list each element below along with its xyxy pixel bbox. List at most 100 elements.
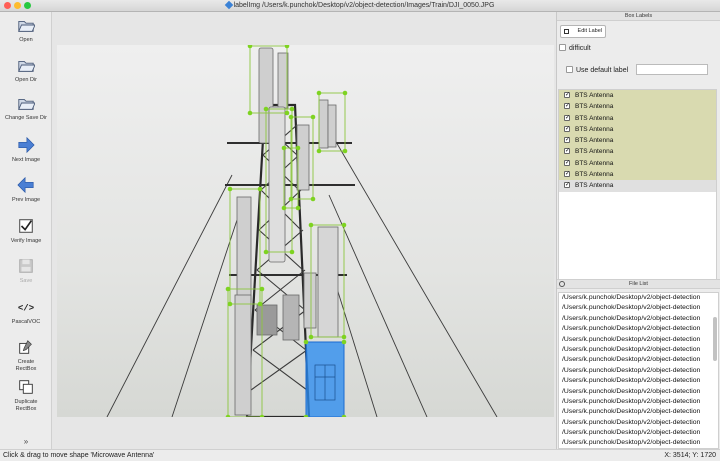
label-name: BTS Antenna: [575, 182, 614, 190]
file-list-item[interactable]: /Users/k.punchok/Desktop/v2/object-detec…: [559, 376, 718, 386]
open-label: Open: [19, 37, 33, 43]
label-name: BTS Antenna: [575, 114, 614, 122]
left-toolbar: Open Open Dir Change Save Dir Next Image…: [0, 12, 52, 449]
prev-image-button[interactable]: Prev Image: [0, 176, 52, 204]
label-checkbox[interactable]: [564, 146, 570, 157]
use-default-label-checkbox[interactable]: Use default label: [566, 66, 628, 74]
edit-icon: [564, 29, 569, 34]
duplicate-rectbox-icon: [19, 380, 33, 394]
window-title: labelImg /Users/k.punchok/Desktop/v2/obj…: [233, 2, 495, 9]
arrow-left-icon: [17, 176, 34, 194]
file-list-item[interactable]: /Users/k.punchok/Desktop/v2/object-detec…: [559, 438, 718, 448]
file-list: /Users/k.punchok/Desktop/v2/object-detec…: [558, 292, 719, 449]
close-window-button[interactable]: [4, 2, 11, 9]
open-button[interactable]: Open: [0, 16, 52, 44]
file-list-item[interactable]: /Users/k.punchok/Desktop/v2/object-detec…: [559, 428, 718, 438]
file-list-title: File List: [629, 281, 648, 287]
use-default-label-checkbox-box[interactable]: [566, 66, 573, 73]
save-button[interactable]: Save: [0, 257, 52, 285]
difficult-checkbox-box[interactable]: [559, 44, 566, 51]
label-name: BTS Antenna: [575, 125, 614, 133]
label-checkbox[interactable]: [564, 124, 570, 135]
change-save-dir-button[interactable]: Change Save Dir: [0, 94, 52, 122]
open-dir-label: Open Dir: [14, 77, 37, 83]
label-list-item[interactable]: BTS Antenna: [559, 135, 716, 147]
file-list-item[interactable]: /Users/k.punchok/Desktop/v2/object-detec…: [559, 335, 718, 345]
folder-open-icon: [18, 98, 35, 110]
use-default-label-text: Use default label: [576, 67, 629, 74]
change-save-dir-label: Change Save Dir: [5, 115, 47, 121]
label-list: BTS Antenna BTS Antenna BTS Antenna BTS …: [558, 89, 717, 282]
file-list-item[interactable]: /Users/k.punchok/Desktop/v2/object-detec…: [559, 418, 718, 428]
verify-image-label: Verify Image: [10, 238, 42, 244]
more-tools-button[interactable]: »: [0, 437, 52, 446]
image-canvas[interactable]: [52, 12, 556, 449]
open-dir-button[interactable]: Open Dir: [0, 56, 52, 84]
file-list-item[interactable]: /Users/k.punchok/Desktop/v2/object-detec…: [559, 397, 718, 407]
title-bar: labelImg /Users/k.punchok/Desktop/v2/obj…: [0, 0, 720, 12]
difficult-checkbox[interactable]: difficult: [559, 44, 591, 52]
label-name: BTS Antenna: [575, 103, 614, 111]
status-message: Click & drag to move shape 'Microwave An…: [3, 452, 155, 459]
next-image-button[interactable]: Next Image: [0, 136, 52, 164]
file-list-item[interactable]: /Users/k.punchok/Desktop/v2/object-detec…: [559, 345, 718, 355]
file-list-item[interactable]: /Users/k.punchok/Desktop/v2/object-detec…: [559, 293, 718, 303]
floppy-disk-icon: [19, 259, 33, 273]
label-list-item[interactable]: BTS Antenna: [559, 101, 716, 113]
label-list-item-selected[interactable]: BTS Antenna: [559, 180, 716, 192]
code-brackets-icon: </>: [18, 304, 34, 314]
duplicate-rectbox-button[interactable]: Duplicate RectBox: [0, 378, 52, 413]
label-list-item[interactable]: BTS Antenna: [559, 169, 716, 181]
file-list-item[interactable]: /Users/k.punchok/Desktop/v2/object-detec…: [559, 387, 718, 397]
folder-open-icon: [18, 20, 35, 32]
label-list-item[interactable]: BTS Antenna: [559, 90, 716, 102]
file-list-item[interactable]: /Users/k.punchok/Desktop/v2/object-detec…: [559, 366, 718, 376]
label-checkbox[interactable]: [564, 113, 570, 124]
file-list-item[interactable]: /Users/k.punchok/Desktop/v2/object-detec…: [559, 324, 718, 334]
file-list-scrollbar[interactable]: [713, 317, 717, 361]
file-list-item[interactable]: /Users/k.punchok/Desktop/v2/object-detec…: [559, 303, 718, 313]
create-rectbox-button[interactable]: Create RectBox: [0, 338, 52, 373]
next-image-label: Next Image: [11, 157, 41, 163]
label-checkbox[interactable]: [564, 180, 570, 191]
label-list-item[interactable]: BTS Antenna: [559, 146, 716, 158]
edit-label-text: Edit Label: [577, 28, 602, 34]
minimize-window-button[interactable]: [14, 2, 21, 9]
label-name: BTS Antenna: [575, 92, 614, 99]
label-checkbox[interactable]: [564, 101, 570, 112]
folder-open-icon: [18, 60, 35, 72]
label-name: BTS Antenna: [575, 171, 614, 179]
checkbox-icon: [19, 219, 33, 233]
box-labels-header: Box Labels: [557, 12, 720, 21]
label-checkbox[interactable]: [564, 135, 570, 146]
status-bar: Click & drag to move shape 'Microwave An…: [0, 449, 720, 461]
svg-text:</>: </>: [18, 304, 34, 314]
label-name: BTS Antenna: [575, 159, 614, 167]
arrow-right-icon: [18, 136, 35, 154]
verify-image-button[interactable]: Verify Image: [0, 217, 52, 245]
label-checkbox[interactable]: [564, 169, 570, 180]
annotation-canvas[interactable]: [57, 45, 554, 417]
difficult-label: difficult: [569, 45, 591, 52]
tower-photo[interactable]: [57, 45, 554, 417]
cursor-coordinates: X: 3514; Y: 1720: [664, 452, 716, 459]
document-icon: [224, 0, 233, 10]
double-chevron-down-icon: »: [23, 437, 29, 446]
label-name: BTS Antenna: [575, 137, 614, 145]
label-list-item[interactable]: BTS Antenna: [559, 157, 716, 170]
file-list-item[interactable]: /Users/k.punchok/Desktop/v2/object-detec…: [559, 407, 718, 417]
label-list-item[interactable]: BTS Antenna: [559, 112, 716, 124]
zoom-window-button[interactable]: [24, 2, 31, 9]
dock-toggle-icon[interactable]: [559, 281, 565, 287]
right-panel: Box Labels Edit Label difficult Use defa…: [556, 12, 720, 449]
save-label: Save: [19, 278, 33, 284]
pascalvoc-button[interactable]: </> PascalVOC: [0, 298, 52, 326]
edit-label-button[interactable]: Edit Label: [560, 25, 606, 38]
create-rectbox-icon: [19, 340, 32, 354]
file-list-item[interactable]: /Users/k.punchok/Desktop/v2/object-detec…: [559, 355, 718, 365]
label-checkbox[interactable]: [564, 158, 570, 169]
file-list-item[interactable]: /Users/k.punchok/Desktop/v2/object-detec…: [559, 314, 718, 324]
label-list-item[interactable]: BTS Antenna: [559, 123, 716, 136]
label-checkbox[interactable]: [564, 90, 570, 101]
default-label-input[interactable]: [636, 64, 708, 75]
